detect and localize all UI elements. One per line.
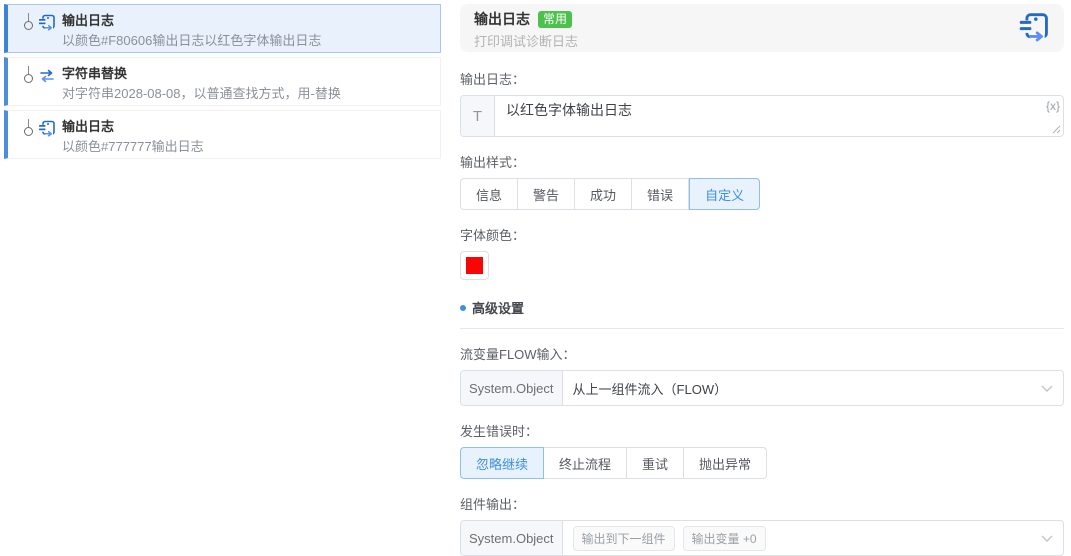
insert-variable-button[interactable]: {x} — [1046, 99, 1060, 113]
style-option-warning[interactable]: 警告 — [518, 178, 576, 210]
flow-input-label: 流变量FLOW输入： — [460, 347, 576, 362]
font-color-swatch — [466, 257, 483, 274]
on-error-group: 忽略继续 终止流程 重试 抛出异常 — [460, 447, 1064, 479]
flow-anchor[interactable] — [22, 119, 36, 153]
flow-anchor[interactable] — [22, 66, 36, 100]
common-badge: 常用 — [538, 11, 573, 28]
log-message-value[interactable]: 以红色字体输出日志 — [495, 96, 1063, 136]
flow-step-title: 字符串替换 — [62, 66, 128, 81]
detail-subtitle: 打印调试诊断日志 — [474, 34, 579, 49]
bullet-icon — [460, 304, 466, 311]
style-option-info[interactable]: 信息 — [460, 178, 519, 210]
style-option-success[interactable]: 成功 — [575, 178, 633, 210]
flow-step-subtitle: 以颜色#777777输出日志 — [62, 139, 204, 154]
log-message-input[interactable]: T 以红色字体输出日志 {x} — [460, 95, 1064, 137]
output-style-label: 输出样式： — [460, 155, 526, 170]
error-option-ignore[interactable]: 忽略继续 — [460, 447, 545, 479]
flow-input-value[interactable]: 从上一组件流入（FLOW） — [563, 371, 1063, 405]
font-color-picker[interactable] — [460, 251, 489, 280]
chevron-down-icon — [1041, 385, 1053, 392]
text-type-button[interactable]: T — [461, 96, 495, 136]
output-variable-chip[interactable]: 输出变量 +0 — [682, 525, 766, 551]
chevron-down-icon — [1041, 535, 1053, 542]
resize-handle[interactable] — [1052, 125, 1061, 134]
flow-step-log-1[interactable]: 输出日志 以颜色#F80606输出日志以红色字体输出日志 — [4, 4, 441, 53]
advanced-settings-header[interactable]: 高级设置 — [460, 298, 1064, 317]
flow-input-select[interactable]: System.Object 从上一组件流入（FLOW） — [460, 370, 1064, 406]
output-to-next-chip[interactable]: 输出到下一组件 — [572, 525, 675, 551]
component-output-select[interactable]: System.Object 输出到下一组件 输出变量 +0 — [460, 520, 1064, 556]
flow-input-type: System.Object — [461, 371, 563, 405]
string-replace-icon — [40, 69, 54, 83]
flow-anchor[interactable] — [22, 13, 36, 47]
style-option-error[interactable]: 错误 — [632, 178, 690, 210]
flow-step-log-2[interactable]: 输出日志 以颜色#777777输出日志 — [4, 110, 441, 159]
on-error-label: 发生错误时： — [460, 424, 539, 439]
component-output-label: 组件输出： — [460, 497, 526, 512]
advanced-settings-label: 高级设置 — [472, 301, 525, 316]
error-option-throw[interactable]: 抛出异常 — [684, 447, 768, 479]
font-color-label: 字体颜色： — [460, 228, 526, 243]
flow-step-list: 输出日志 以颜色#F80606输出日志以红色字体输出日志 字符串替换 对字符串2… — [4, 4, 441, 163]
component-output-type: System.Object — [461, 521, 563, 555]
flow-step-subtitle: 以颜色#F80606输出日志以红色字体输出日志 — [62, 33, 322, 48]
error-option-abort[interactable]: 终止流程 — [544, 447, 628, 479]
style-option-custom[interactable]: 自定义 — [689, 178, 761, 210]
log-output-icon — [38, 120, 55, 137]
log-output-icon — [1018, 13, 1048, 42]
flow-step-title: 输出日志 — [62, 119, 115, 134]
flow-step-subtitle: 对字符串2028-08-08，以普通查找方式，用-替换 — [62, 86, 341, 101]
divider — [460, 328, 1064, 329]
error-option-retry[interactable]: 重试 — [627, 447, 685, 479]
detail-header: 输出日志 常用 打印调试诊断日志 — [460, 4, 1064, 52]
flow-step-string-replace[interactable]: 字符串替换 对字符串2028-08-08，以普通查找方式，用-替换 — [4, 57, 441, 106]
component-detail-panel: 输出日志 常用 打印调试诊断日志 输出日志： T 以红色字体输出日志 {x} 输… — [460, 4, 1064, 556]
log-message-label: 输出日志： — [460, 72, 526, 87]
detail-title: 输出日志 — [474, 11, 530, 27]
log-output-icon — [38, 14, 55, 31]
flow-step-title: 输出日志 — [62, 13, 115, 28]
output-style-group: 信息 警告 成功 错误 自定义 — [460, 178, 1064, 210]
